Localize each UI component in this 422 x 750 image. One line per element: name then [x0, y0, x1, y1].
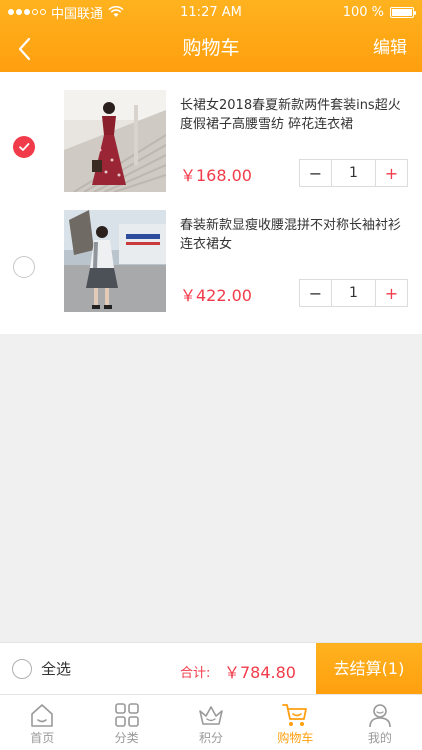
status-bar: 中国联通 11:27 AM 100 % [0, 0, 422, 24]
checkout-button[interactable]: 去结算(1) [316, 643, 422, 695]
tab-bar: 首页 分类 积分 购物车 我的 [0, 694, 422, 750]
tab-label: 首页 [30, 731, 55, 745]
product-image[interactable] [64, 90, 166, 192]
battery-text: 100 % [342, 4, 384, 20]
increase-button[interactable]: + [375, 280, 407, 306]
page-title: 购物车 [182, 37, 240, 59]
total-amount: ￥784.80 [224, 663, 296, 682]
tab-label: 积分 [199, 731, 224, 745]
home-icon [31, 704, 54, 727]
product-title[interactable]: 长裙女2018春夏新款两件套装ins超火度假裙子高腰雪纺 碎花连衣裙 [180, 96, 412, 134]
select-all-checkbox[interactable] [12, 658, 32, 679]
status-left: 中国联通 [8, 3, 124, 22]
cart-list: 长裙女2018春夏新款两件套装ins超火度假裙子高腰雪纺 碎花连衣裙 ￥168.… [0, 72, 422, 334]
check-icon [19, 143, 30, 151]
quantity-stepper: − 1 + [299, 279, 408, 307]
cart-icon [282, 704, 308, 726]
crown-icon [199, 706, 223, 725]
decrease-button[interactable]: − [300, 280, 332, 306]
decrease-button[interactable]: − [300, 160, 332, 186]
quantity-stepper: − 1 + [299, 159, 408, 187]
cart-item: 长裙女2018春夏新款两件套装ins超火度假裙子高腰雪纺 碎花连衣裙 ￥168.… [0, 86, 422, 206]
checkout-bar: 全选 合计: ￥784.80 去结算(1) [0, 642, 422, 695]
nav-bar: 购物车 编辑 [0, 24, 422, 72]
select-all[interactable]: 全选 [12, 658, 71, 679]
quantity-value[interactable]: 1 [332, 160, 375, 186]
edit-button[interactable]: 编辑 [373, 24, 407, 72]
cart-item: 春装新款显瘦收腰混拼不对称长袖衬衫连衣裙女 ￥422.00 − 1 + [0, 206, 422, 326]
tab-label: 我的 [367, 731, 392, 745]
product-price: ￥168.00 [180, 166, 252, 185]
carrier-label: 中国联通 [51, 6, 104, 22]
tab-category[interactable]: 分类 [84, 695, 168, 750]
battery-icon [390, 6, 416, 18]
quantity-value[interactable]: 1 [332, 280, 375, 306]
wifi-icon [108, 6, 124, 17]
tab-cart[interactable]: 购物车 [253, 695, 337, 750]
app-header: 中国联通 11:27 AM 100 % 购物车 编辑 [0, 0, 422, 72]
tab-label: 购物车 [277, 731, 314, 745]
grid-icon [114, 703, 139, 727]
tab-label: 分类 [114, 731, 139, 745]
product-price: ￥422.00 [180, 286, 252, 305]
increase-button[interactable]: + [375, 160, 407, 186]
tab-points[interactable]: 积分 [169, 695, 253, 750]
signal-icon [8, 9, 46, 15]
user-icon [369, 704, 391, 728]
item-checkbox[interactable] [13, 256, 35, 278]
item-checkbox-checked[interactable] [13, 136, 35, 158]
select-all-label[interactable]: 全选 [41, 658, 71, 679]
total-label: 合计: [180, 666, 211, 681]
product-image[interactable] [64, 210, 166, 312]
tab-profile[interactable]: 我的 [338, 695, 422, 750]
product-title[interactable]: 春装新款显瘦收腰混拼不对称长袖衬衫连衣裙女 [180, 216, 412, 254]
status-right: 100 % [342, 4, 416, 20]
tab-home[interactable]: 首页 [0, 695, 84, 750]
